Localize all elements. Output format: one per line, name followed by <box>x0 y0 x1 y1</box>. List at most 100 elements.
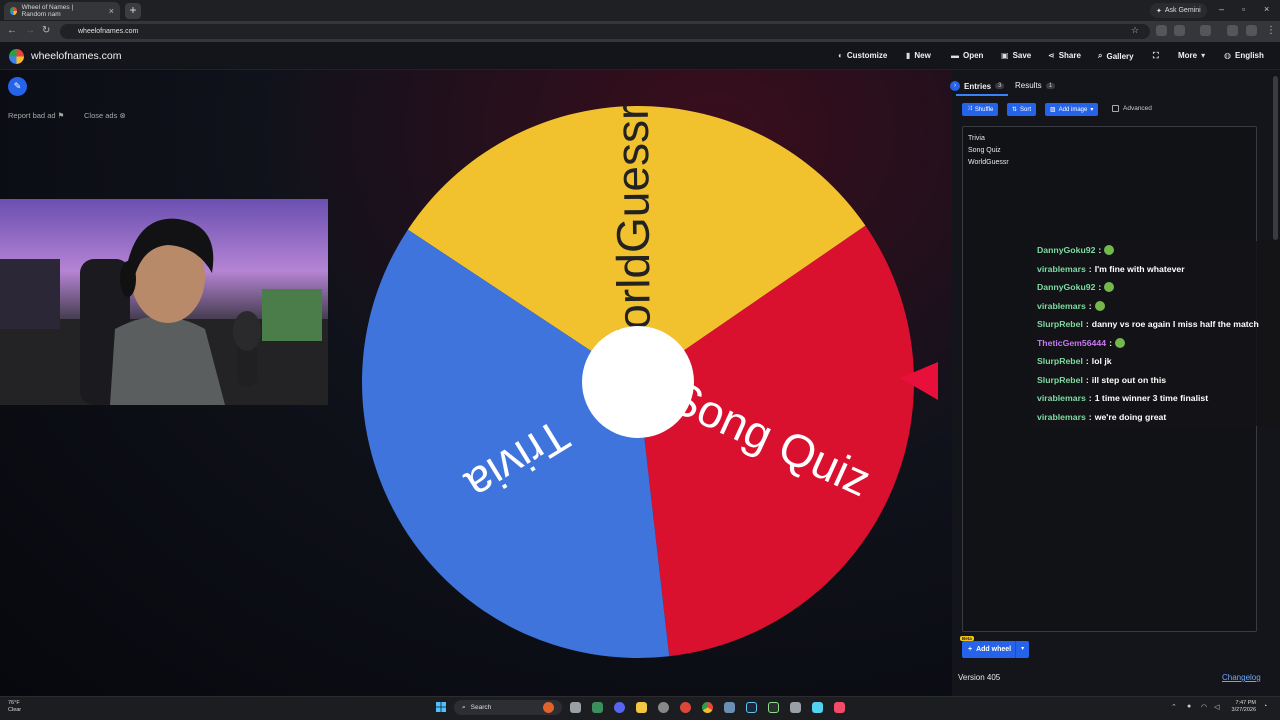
chat-separator: : <box>1085 374 1089 385</box>
tray-chevron-icon[interactable]: ⌃ <box>1171 703 1177 711</box>
menu-gallery[interactable]: ⌕ Gallery <box>1098 51 1134 61</box>
menu-language[interactable]: ◍ English <box>1224 51 1264 60</box>
entry-line: Trivia <box>968 135 985 142</box>
wheel-logo-icon[interactable] <box>9 49 24 64</box>
chat-username[interactable]: SlurpRebel <box>1037 356 1083 366</box>
app-icon[interactable] <box>790 702 801 713</box>
back-icon[interactable]: ← <box>7 25 17 36</box>
close-ads-link[interactable]: Close ads ⊗ <box>84 111 126 120</box>
report-bad-ad-link[interactable]: Report bad ad ⚑ <box>8 111 64 120</box>
microphone-icon[interactable]: ● <box>1187 703 1191 710</box>
wifi-icon[interactable]: ◠ <box>1201 703 1207 711</box>
advanced-checkbox[interactable]: Advanced <box>1112 105 1152 112</box>
app-icon[interactable] <box>592 702 603 713</box>
taskbar-clock[interactable]: 7:47 PM 3/27/2026 <box>1220 700 1256 714</box>
volume-icon[interactable]: ◁ <box>1214 703 1219 711</box>
tab-title: Wheel of Names | Random nam <box>21 4 74 18</box>
music-icon[interactable] <box>834 702 845 713</box>
chat-message: SlurpRebel: ill step out on this <box>1032 370 1280 389</box>
search-highlight-icon[interactable] <box>543 702 554 713</box>
address-bar[interactable]: wheelofnames.com <box>60 24 1150 39</box>
new-tab-icon[interactable]: + <box>125 3 141 19</box>
palette-icon: ◐ <box>838 51 843 60</box>
chat-username[interactable]: virablemars <box>1037 412 1086 422</box>
sort-icon: ⇅ <box>1012 107 1018 113</box>
chat-username[interactable]: virablemars <box>1037 301 1086 311</box>
chevron-down-icon: ▾ <box>1201 51 1206 60</box>
chrome-icon[interactable] <box>702 702 713 713</box>
panel-scrollbar[interactable] <box>1273 76 1278 240</box>
stream-chat-overlay: DannyGoku92: virablemars: I'm fine with wh… <box>1032 241 1280 426</box>
record-icon[interactable] <box>680 702 691 713</box>
spinning-wheel[interactable]: WorldGuessrSong QuizTrivia <box>362 104 914 660</box>
sidepanel-icon[interactable] <box>1200 25 1211 36</box>
file-explorer-icon[interactable] <box>636 702 647 713</box>
chat-text: ill step out on this <box>1091 374 1167 385</box>
chat-username[interactable]: DannyGoku92 <box>1037 245 1095 255</box>
chat-separator: : <box>1098 282 1102 293</box>
steam-icon[interactable] <box>746 702 757 713</box>
edit-pencil-icon[interactable]: ✎ <box>8 77 27 96</box>
github-icon[interactable] <box>658 702 669 713</box>
chat-username[interactable]: DannyGoku92 <box>1037 282 1095 292</box>
emote-icon <box>1114 337 1125 348</box>
restore-icon[interactable]: ▫ <box>1242 4 1245 14</box>
extension-icon[interactable] <box>1156 25 1167 36</box>
close-circle-icon: ⊗ <box>119 111 126 120</box>
task-view-icon[interactable] <box>570 702 581 713</box>
windows-start-icon[interactable] <box>436 702 446 712</box>
tab-results[interactable]: Results 1 <box>1015 81 1056 90</box>
chat-username[interactable]: TheticGem56444 <box>1037 338 1106 348</box>
changelog-link[interactable]: Changelog <box>1222 673 1261 682</box>
globe-icon: ◍ <box>1224 51 1231 60</box>
minimize-icon[interactable]: – <box>1219 4 1224 14</box>
menu-open[interactable]: ▬ Open <box>951 51 983 60</box>
forward-icon[interactable]: → <box>25 25 35 36</box>
chat-message: TheticGem56444: <box>1032 333 1280 352</box>
app-icon[interactable] <box>724 702 735 713</box>
add-image-button[interactable]: ▨ Add image ▾ <box>1045 103 1099 116</box>
chat-username[interactable]: virablemars <box>1037 264 1086 274</box>
notification-bell-icon[interactable]: ◔ <box>1263 703 1267 710</box>
discord-icon[interactable] <box>614 702 625 713</box>
browser-menu-icon[interactable]: ⋮ <box>1266 25 1276 36</box>
sparkle-icon: ✦ <box>1156 7 1162 15</box>
menu-more[interactable]: More ▾ <box>1178 51 1205 60</box>
add-wheel-button[interactable]: + Add wheel ▾ <box>962 641 1030 658</box>
reload-icon[interactable]: ↻ <box>42 25 50 36</box>
entry-line: Song Quiz <box>968 147 1001 154</box>
tab-entries[interactable]: › Entries 3 <box>950 81 1005 91</box>
menu-save[interactable]: ▣ Save <box>1001 51 1031 60</box>
image-icon: ▨ <box>1050 107 1056 113</box>
app-icon[interactable] <box>812 702 823 713</box>
share-icon: ⋖ <box>1048 51 1055 60</box>
terminal-icon[interactable] <box>768 702 779 713</box>
chat-message: DannyGoku92: <box>1032 241 1280 260</box>
close-window-icon[interactable]: × <box>1264 4 1269 14</box>
menu-new[interactable]: ▮ New <box>906 51 931 60</box>
menu-customize[interactable]: ◐ Customize <box>838 51 887 60</box>
menu-share[interactable]: ⋖ Share <box>1048 51 1081 60</box>
shuffle-button[interactable]: ⤨ Shuffle <box>962 103 999 116</box>
file-icon: ▮ <box>906 51 911 60</box>
close-tab-icon[interactable]: × <box>109 6 114 16</box>
wheel-center-hub[interactable] <box>582 326 694 438</box>
weather-widget[interactable]: 76°F Clear <box>8 700 21 714</box>
chat-message: virablemars: I'm fine with whatever <box>1032 259 1280 278</box>
chevron-down-icon[interactable]: ▾ <box>1015 641 1029 658</box>
ask-gemini-button[interactable]: ✦ Ask Gemini <box>1150 3 1207 18</box>
chat-separator: : <box>1085 319 1089 330</box>
site-name[interactable]: wheelofnames.com <box>31 50 121 62</box>
cast-icon[interactable] <box>1227 25 1238 36</box>
browser-tab[interactable]: Wheel of Names | Random nam × <box>4 2 120 20</box>
bookmark-star-icon[interactable]: ☆ <box>1131 25 1139 36</box>
chat-username[interactable]: SlurpRebel <box>1037 319 1083 329</box>
fullscreen-icon[interactable]: ⛶ <box>1153 51 1159 61</box>
chat-username[interactable]: virablemars <box>1037 393 1086 403</box>
webcam-overlay <box>0 199 328 405</box>
chat-separator: : <box>1098 245 1102 256</box>
chat-username[interactable]: SlurpRebel <box>1037 375 1083 385</box>
puzzle-icon[interactable] <box>1174 25 1185 36</box>
profile-icon[interactable] <box>1246 25 1257 36</box>
sort-button[interactable]: ⇅ Sort <box>1007 103 1037 116</box>
